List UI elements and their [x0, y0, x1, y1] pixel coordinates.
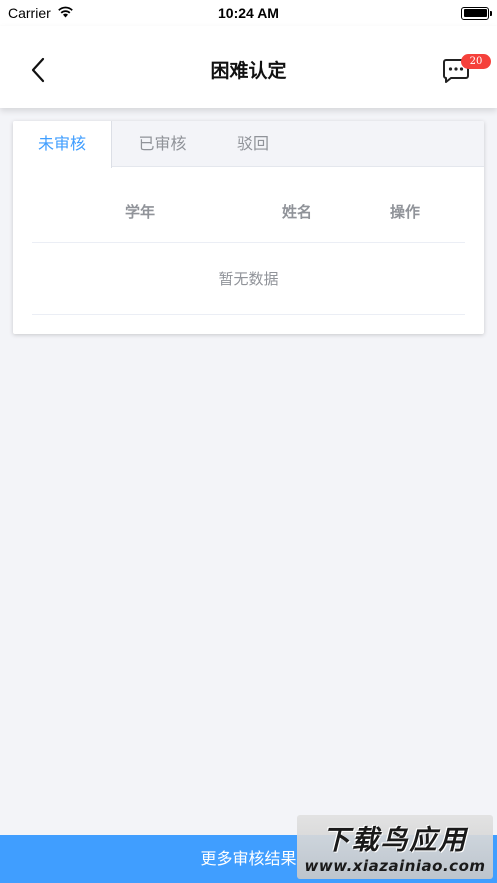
table-header: 学年 姓名 操作: [32, 181, 465, 243]
battery-icon: [461, 6, 492, 20]
column-header-year: 学年: [125, 203, 156, 221]
nav-bar: 困难认定 20: [0, 26, 497, 108]
watermark-logo: 下载鸟应用 www.xiazainiao.com: [297, 815, 493, 879]
watermark-url: www.xiazainiao.com: [304, 857, 486, 875]
page-title: 困难认定: [210, 60, 287, 82]
message-count-badge: 20: [461, 54, 491, 69]
status-bar: Carrier 10:24 AM: [0, 0, 497, 26]
carrier-label: Carrier: [8, 5, 51, 21]
tab-reviewed[interactable]: 已审核: [113, 121, 212, 167]
audit-card: 未审核 已审核 驳回 学年 姓名 操作 暂无数据: [13, 121, 484, 334]
screen: Carrier 10:24 AM 困难认定 20 未审核 已审核 驳回 学年 姓…: [0, 0, 497, 883]
tab-bar: 未审核 已审核 驳回: [13, 121, 484, 168]
tab-rejected[interactable]: 驳回: [213, 121, 293, 167]
status-left: Carrier: [8, 5, 74, 21]
wifi-icon: [57, 5, 74, 21]
battery-fill: [463, 9, 487, 17]
tab-unreviewed[interactable]: 未审核: [13, 121, 112, 168]
empty-placeholder: 暂无数据: [32, 243, 465, 315]
column-header-name: 姓名: [282, 203, 313, 221]
column-header-action: 操作: [390, 203, 421, 221]
status-time: 10:24 AM: [218, 5, 279, 21]
watermark-title: 下载鸟应用: [322, 825, 468, 856]
